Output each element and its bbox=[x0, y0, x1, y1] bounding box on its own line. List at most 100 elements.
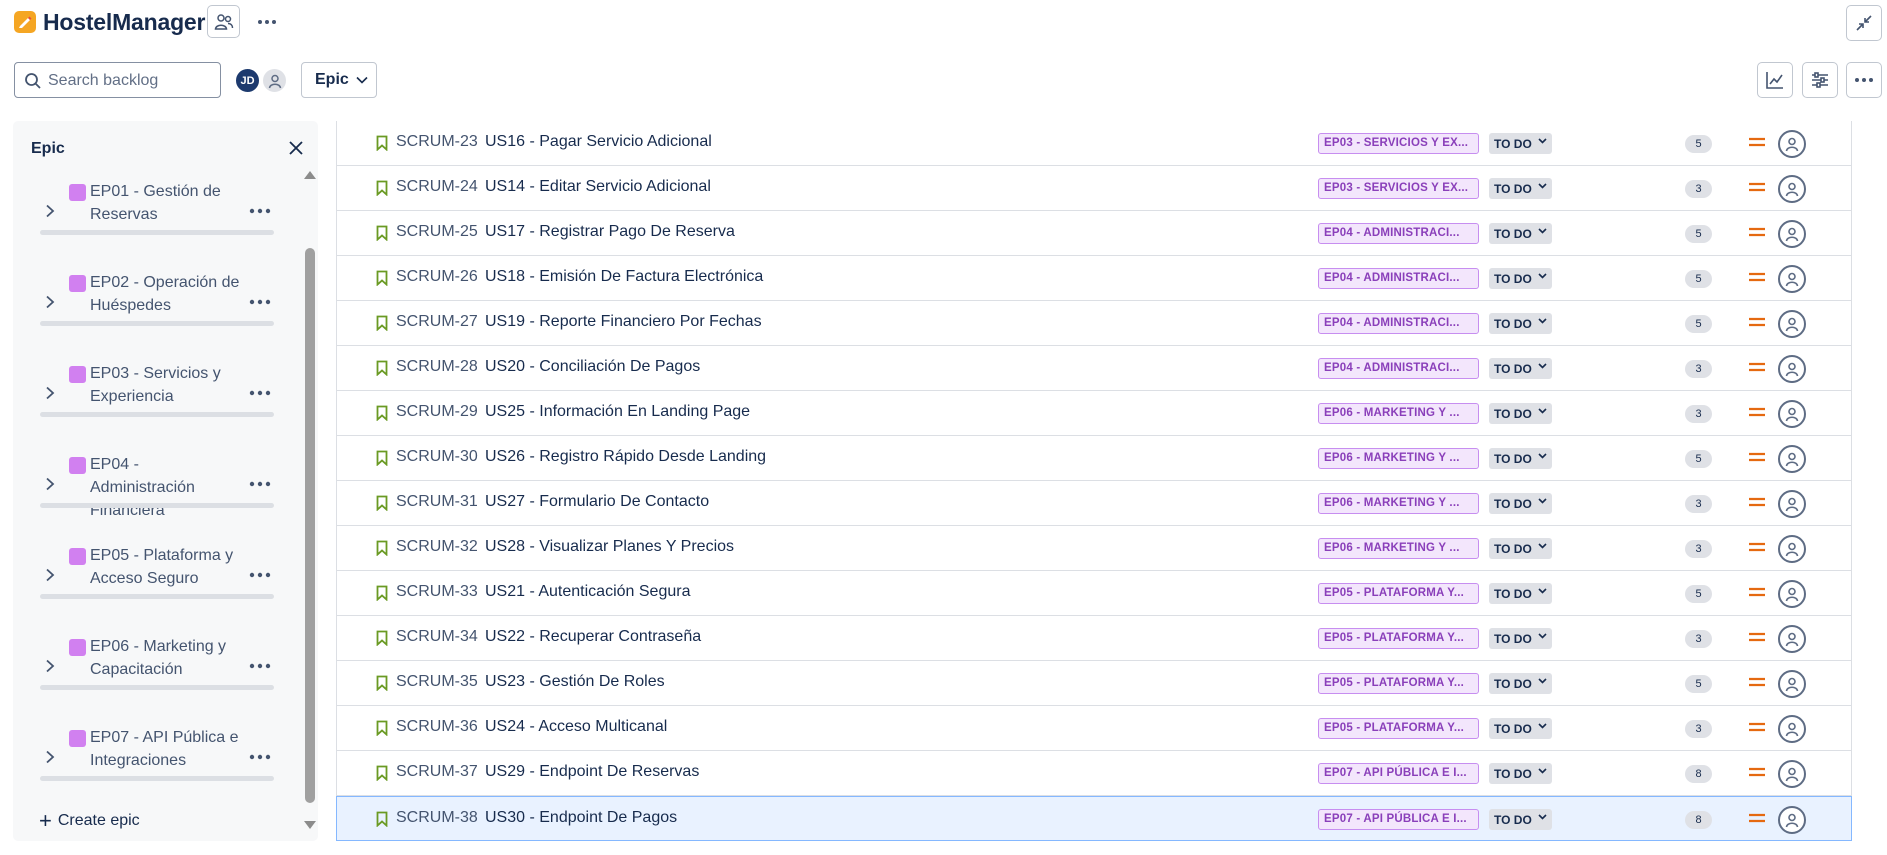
issue-key[interactable]: SCRUM-35 bbox=[396, 673, 478, 691]
status-dropdown[interactable]: TO DO bbox=[1489, 538, 1552, 559]
story-points-badge[interactable]: 3 bbox=[1685, 405, 1712, 423]
chevron-right-icon[interactable] bbox=[45, 295, 55, 309]
assignee-avatar[interactable] bbox=[1778, 355, 1806, 383]
backlog-row[interactable]: SCRUM-32 US28 - Visualizar Planes Y Prec… bbox=[336, 526, 1852, 571]
issue-summary[interactable]: US23 - Gestión De Roles bbox=[485, 673, 665, 691]
backlog-row[interactable]: SCRUM-31 US27 - Formulario De Contacto E… bbox=[336, 481, 1852, 526]
epic-item[interactable]: EP03 - Servicios y Experiencia bbox=[13, 360, 303, 452]
status-dropdown[interactable]: TO DO bbox=[1489, 178, 1552, 199]
epic-filter-dropdown[interactable]: Epic bbox=[301, 62, 377, 98]
issue-summary[interactable]: US20 - Conciliación De Pagos bbox=[485, 358, 700, 376]
issue-key[interactable]: SCRUM-36 bbox=[396, 718, 478, 736]
backlog-row[interactable]: SCRUM-34 US22 - Recuperar Contraseña EP0… bbox=[336, 616, 1852, 661]
epic-item[interactable]: EP07 - API Pública e Integraciones bbox=[13, 724, 303, 816]
avatar-filter-unassigned[interactable] bbox=[261, 67, 288, 94]
status-dropdown[interactable]: TO DO bbox=[1489, 809, 1552, 830]
backlog-row[interactable]: SCRUM-35 US23 - Gestión De Roles EP05 - … bbox=[336, 661, 1852, 706]
assignee-avatar[interactable] bbox=[1778, 535, 1806, 563]
epic-lozenge[interactable]: EP05 - PLATAFORMA Y... bbox=[1318, 583, 1479, 604]
assignee-avatar[interactable] bbox=[1778, 265, 1806, 293]
chevron-right-icon[interactable] bbox=[45, 568, 55, 582]
issue-summary[interactable]: US25 - Información En Landing Page bbox=[485, 403, 750, 421]
status-dropdown[interactable]: TO DO bbox=[1489, 403, 1552, 424]
assignee-avatar[interactable] bbox=[1778, 310, 1806, 338]
issue-key[interactable]: SCRUM-26 bbox=[396, 268, 478, 286]
backlog-row[interactable]: SCRUM-33 US21 - Autenticación Segura EP0… bbox=[336, 571, 1852, 616]
epic-item[interactable]: EP01 - Gestión de Reservas bbox=[13, 178, 303, 270]
backlog-row[interactable]: SCRUM-28 US20 - Conciliación De Pagos EP… bbox=[336, 346, 1852, 391]
status-dropdown[interactable]: TO DO bbox=[1489, 673, 1552, 694]
backlog-row[interactable]: SCRUM-36 US24 - Acceso Multicanal EP05 -… bbox=[336, 706, 1852, 751]
epic-lozenge[interactable]: EP04 - ADMINISTRACI... bbox=[1318, 313, 1479, 334]
issue-summary[interactable]: US28 - Visualizar Planes Y Precios bbox=[485, 538, 734, 556]
epic-item[interactable]: EP05 - Plataforma y Acceso Seguro bbox=[13, 542, 303, 634]
backlog-row[interactable]: SCRUM-26 US18 - Emisión De Factura Elect… bbox=[336, 256, 1852, 301]
epic-lozenge[interactable]: EP05 - PLATAFORMA Y... bbox=[1318, 718, 1479, 739]
assignee-avatar[interactable] bbox=[1778, 625, 1806, 653]
assignee-avatar[interactable] bbox=[1778, 220, 1806, 248]
epic-lozenge[interactable]: EP06 - MARKETING Y ... bbox=[1318, 403, 1479, 424]
status-dropdown[interactable]: TO DO bbox=[1489, 448, 1552, 469]
epic-panel-scrollbar[interactable] bbox=[304, 171, 316, 829]
chevron-right-icon[interactable] bbox=[45, 750, 55, 764]
backlog-row[interactable]: SCRUM-37 US29 - Endpoint De Reservas EP0… bbox=[336, 751, 1852, 796]
issue-key[interactable]: SCRUM-30 bbox=[396, 448, 478, 466]
story-points-badge[interactable]: 8 bbox=[1685, 765, 1712, 783]
status-dropdown[interactable]: TO DO bbox=[1489, 718, 1552, 739]
story-points-badge[interactable]: 8 bbox=[1685, 811, 1712, 829]
issue-key[interactable]: SCRUM-38 bbox=[396, 809, 478, 827]
status-dropdown[interactable]: TO DO bbox=[1489, 628, 1552, 649]
epic-lozenge[interactable]: EP04 - ADMINISTRACI... bbox=[1318, 268, 1479, 289]
issue-key[interactable]: SCRUM-33 bbox=[396, 583, 478, 601]
status-dropdown[interactable]: TO DO bbox=[1489, 223, 1552, 244]
status-dropdown[interactable]: TO DO bbox=[1489, 358, 1552, 379]
issue-key[interactable]: SCRUM-27 bbox=[396, 313, 478, 331]
epic-lozenge[interactable]: EP06 - MARKETING Y ... bbox=[1318, 538, 1479, 559]
story-points-badge[interactable]: 5 bbox=[1685, 585, 1712, 603]
issue-key[interactable]: SCRUM-32 bbox=[396, 538, 478, 556]
epic-lozenge[interactable]: EP06 - MARKETING Y ... bbox=[1318, 493, 1479, 514]
scroll-up-arrow[interactable] bbox=[304, 171, 316, 179]
backlog-row[interactable]: SCRUM-27 US19 - Reporte Financiero Por F… bbox=[336, 301, 1852, 346]
issue-summary[interactable]: US26 - Registro Rápido Desde Landing bbox=[485, 448, 766, 466]
backlog-row[interactable]: SCRUM-25 US17 - Registrar Pago De Reserv… bbox=[336, 211, 1852, 256]
search-backlog-field[interactable] bbox=[14, 62, 221, 98]
scrollbar-thumb[interactable] bbox=[305, 248, 315, 803]
assignee-avatar[interactable] bbox=[1778, 490, 1806, 518]
status-dropdown[interactable]: TO DO bbox=[1489, 493, 1552, 514]
assignee-avatar[interactable] bbox=[1778, 715, 1806, 743]
close-epic-panel-button[interactable] bbox=[285, 137, 307, 159]
story-points-badge[interactable]: 5 bbox=[1685, 450, 1712, 468]
assignee-avatar[interactable] bbox=[1778, 400, 1806, 428]
more-options-button[interactable] bbox=[1846, 62, 1882, 98]
assignee-avatar[interactable] bbox=[1778, 760, 1806, 788]
epic-more-actions-button[interactable] bbox=[249, 285, 271, 311]
epic-more-actions-button[interactable] bbox=[249, 376, 271, 402]
issue-summary[interactable]: US30 - Endpoint De Pagos bbox=[485, 809, 677, 827]
assignee-avatar[interactable] bbox=[1778, 445, 1806, 473]
epic-lozenge[interactable]: EP05 - PLATAFORMA Y... bbox=[1318, 628, 1479, 649]
epic-lozenge[interactable]: EP07 - API PÚBLICA E I... bbox=[1318, 809, 1479, 830]
issue-key[interactable]: SCRUM-29 bbox=[396, 403, 478, 421]
status-dropdown[interactable]: TO DO bbox=[1489, 763, 1552, 784]
assignee-avatar[interactable] bbox=[1778, 580, 1806, 608]
issue-summary[interactable]: US24 - Acceso Multicanal bbox=[485, 718, 667, 736]
backlog-row[interactable]: SCRUM-29 US25 - Información En Landing P… bbox=[336, 391, 1852, 436]
story-points-badge[interactable]: 3 bbox=[1685, 630, 1712, 648]
issue-summary[interactable]: US19 - Reporte Financiero Por Fechas bbox=[485, 313, 762, 331]
epic-lozenge[interactable]: EP07 - API PÚBLICA E I... bbox=[1318, 763, 1479, 784]
epic-lozenge[interactable]: EP04 - ADMINISTRACI... bbox=[1318, 358, 1479, 379]
epic-more-actions-button[interactable] bbox=[249, 740, 271, 766]
epic-more-actions-button[interactable] bbox=[249, 558, 271, 584]
assignee-avatar[interactable] bbox=[1778, 806, 1806, 834]
issue-summary[interactable]: US21 - Autenticación Segura bbox=[485, 583, 690, 601]
epic-more-actions-button[interactable] bbox=[249, 649, 271, 675]
issue-summary[interactable]: US29 - Endpoint De Reservas bbox=[485, 763, 699, 781]
story-points-badge[interactable]: 3 bbox=[1685, 360, 1712, 378]
issue-summary[interactable]: US18 - Emisión De Factura Electrónica bbox=[485, 268, 763, 286]
assignee-avatar[interactable] bbox=[1778, 670, 1806, 698]
story-points-badge[interactable]: 5 bbox=[1685, 315, 1712, 333]
chevron-right-icon[interactable] bbox=[45, 204, 55, 218]
issue-key[interactable]: SCRUM-25 bbox=[396, 223, 478, 241]
epic-lozenge[interactable]: EP04 - ADMINISTRACI... bbox=[1318, 223, 1479, 244]
